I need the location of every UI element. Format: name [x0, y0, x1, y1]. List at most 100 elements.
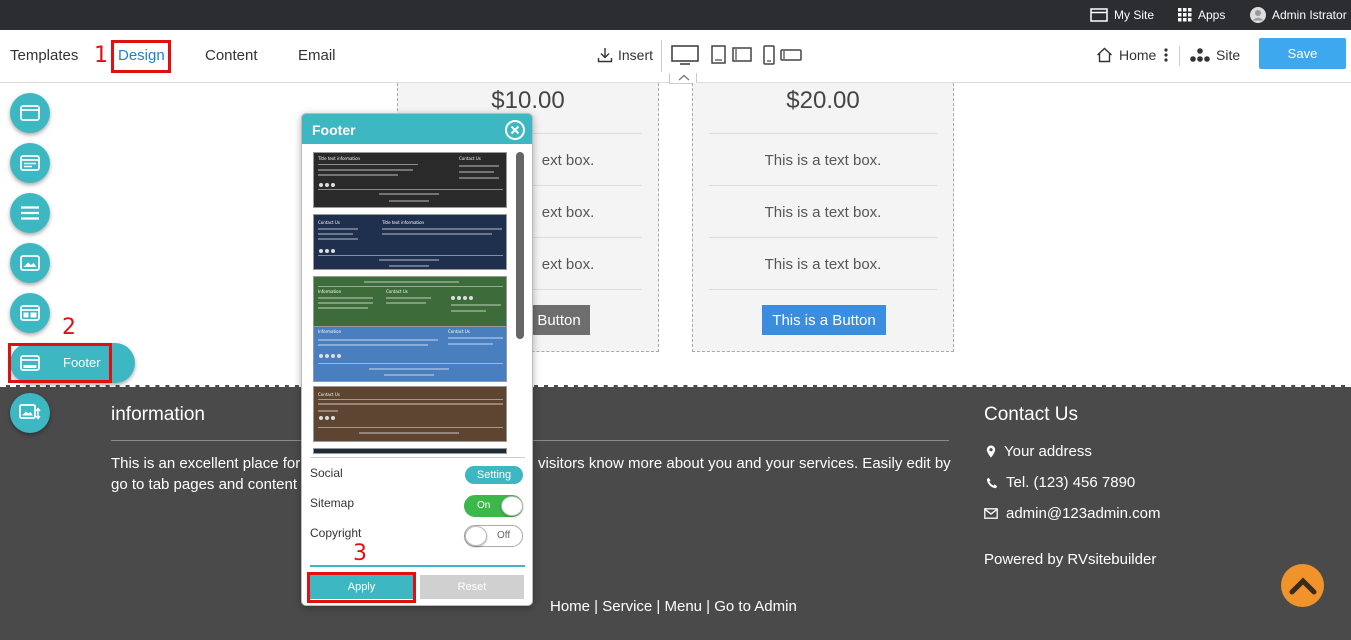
card-divider — [709, 133, 937, 134]
site-button[interactable]: Site — [1190, 47, 1240, 63]
save-button[interactable]: Save — [1259, 38, 1346, 69]
copyright-label: Copyright — [310, 526, 362, 540]
layout-section-button[interactable] — [10, 143, 50, 183]
hamburger-menu-icon — [21, 206, 39, 220]
footer-address-text: Your address — [1004, 443, 1092, 460]
chevron-up-icon — [1289, 576, 1316, 594]
my-site-link[interactable]: My Site — [1090, 0, 1154, 30]
content-layout-icon — [20, 305, 40, 321]
menu-section-button[interactable] — [10, 193, 50, 233]
sitemap-toggle[interactable]: On — [464, 495, 523, 517]
pricing-card-2: $20.00 This is a text box. This is a tex… — [692, 83, 954, 352]
reset-button[interactable]: Reset — [420, 575, 524, 599]
social-label: Social — [310, 466, 343, 480]
annotation-box-footer — [8, 343, 112, 383]
image-section-button[interactable] — [10, 243, 50, 283]
page-footer: information This is an excellent place f… — [0, 385, 1351, 640]
close-icon — [510, 125, 520, 135]
layout-window-icon — [20, 155, 40, 171]
annotation-number-2: 2 — [62, 315, 76, 340]
image-resize-icon — [19, 404, 41, 420]
toolbar-divider — [661, 40, 662, 72]
card-divider — [709, 289, 937, 290]
card-button[interactable]: This is a Button — [762, 305, 886, 335]
copyright-toggle-state: Off — [497, 530, 511, 541]
content-section-button[interactable] — [10, 293, 50, 333]
map-pin-icon — [986, 445, 996, 458]
footer-powered-by: Powered by RVsitebuilder — [984, 551, 1157, 568]
tab-email[interactable]: Email — [298, 47, 336, 64]
home-label: Home — [1119, 47, 1157, 63]
insert-button[interactable]: Insert — [597, 47, 653, 63]
footer-email-text[interactable]: admin@123admin.com — [1006, 505, 1160, 522]
user-avatar-icon — [1250, 7, 1266, 23]
footer-address: Your address — [986, 443, 1092, 460]
dialog-header: Footer — [302, 114, 532, 144]
annotation-box-apply — [307, 572, 416, 603]
tab-design[interactable]: Design — [118, 47, 165, 64]
browser-window-icon — [1090, 8, 1108, 22]
image-icon — [20, 255, 40, 271]
tab-content[interactable]: Content — [205, 47, 258, 64]
background-section-button[interactable] — [10, 393, 50, 433]
card-divider — [709, 237, 937, 238]
price-value: $20.00 — [786, 87, 860, 114]
desktop-view-icon[interactable] — [671, 45, 699, 65]
footer-links[interactable]: Home | Service | Menu | Go to Admin — [550, 596, 797, 617]
footer-info-text-line2[interactable]: go to tab pages and content a — [111, 474, 310, 495]
insert-label: Insert — [618, 47, 654, 63]
window-icon — [20, 105, 40, 121]
user-menu[interactable]: Admin Istrator — [1250, 0, 1347, 30]
footer-template-thumbnail-1[interactable]: Title text information Contact Us — [313, 152, 507, 208]
tablet-view-icon[interactable] — [711, 45, 753, 65]
envelope-icon — [984, 508, 998, 519]
header-section-button[interactable] — [10, 93, 50, 133]
toggle-knob — [501, 496, 523, 516]
copyright-toggle[interactable]: Off — [464, 525, 523, 547]
apps-label: Apps — [1198, 8, 1226, 22]
site-label: Site — [1216, 47, 1241, 63]
dialog-divider-accent — [310, 565, 525, 567]
download-icon — [597, 48, 613, 63]
footer-settings-dialog: Footer Title text information Contact Us… — [301, 113, 533, 606]
footer-info-text[interactable]: This is an excellent place for y — [111, 453, 312, 474]
phone-icon — [986, 477, 998, 488]
card-divider — [709, 185, 937, 186]
back-to-top-button[interactable] — [1281, 564, 1324, 607]
toolbar-divider-2 — [1179, 46, 1180, 66]
sitemap-icon — [1190, 48, 1210, 62]
card-text-box[interactable]: This is a text box. — [693, 152, 953, 169]
footer-template-thumbnail-5[interactable]: Contact Us — [313, 386, 507, 442]
footer-info-text-right[interactable]: visitors know more about you and your se… — [538, 453, 951, 474]
home-page-selector[interactable]: Home — [1096, 47, 1156, 63]
tab-templates[interactable]: Templates — [10, 47, 78, 64]
close-dialog-button[interactable] — [505, 120, 525, 140]
sitemap-label: Sitemap — [310, 496, 355, 510]
more-options-icon[interactable] — [1163, 48, 1169, 62]
apps-grid-icon — [1178, 8, 1192, 22]
mobile-view-icon[interactable] — [763, 45, 803, 65]
footer-email: admin@123admin.com — [984, 505, 1160, 522]
footer-template-thumbnail-6[interactable] — [313, 448, 507, 454]
chevron-up-icon — [678, 74, 690, 81]
social-setting-button[interactable]: Setting — [465, 466, 523, 484]
card-text-box[interactable]: This is a text box. — [693, 256, 953, 273]
my-site-label: My Site — [1114, 8, 1155, 22]
admin-top-bar: My Site Apps Admin Istrator — [0, 0, 1351, 30]
footer-template-thumbnail-3[interactable]: Information Contact Us — [313, 276, 507, 332]
apps-link[interactable]: Apps — [1178, 0, 1225, 30]
card-button[interactable]: Button — [528, 305, 590, 335]
footer-template-thumbnail-4[interactable]: Information Contact Us — [313, 326, 507, 382]
dialog-title: Footer — [312, 122, 356, 138]
user-name: Admin Istrator — [1272, 8, 1347, 22]
card-text-box[interactable]: This is a text box. — [693, 204, 953, 221]
toggle-knob — [465, 526, 487, 546]
footer-info-heading[interactable]: information — [111, 404, 205, 426]
footer-phone-text: Tel. (123) 456 7890 — [1006, 474, 1136, 491]
sitemap-toggle-state: On — [477, 500, 491, 511]
dialog-divider — [310, 457, 525, 458]
annotation-number-1: 1 — [94, 43, 108, 68]
footer-contact-heading[interactable]: Contact Us — [984, 404, 1078, 426]
thumbnail-scrollbar[interactable] — [516, 152, 524, 339]
footer-template-thumbnail-2[interactable]: Contact Us Title text information — [313, 214, 507, 270]
